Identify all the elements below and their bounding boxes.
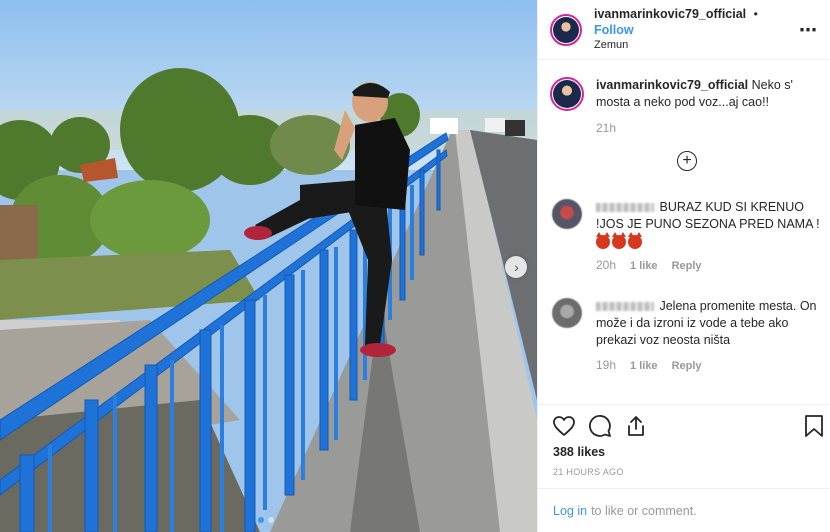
comment-meta: 20h 1 like Reply bbox=[596, 257, 824, 275]
bookmark-icon bbox=[805, 415, 823, 437]
comment-meta: 19h 1 like Reply bbox=[596, 357, 824, 375]
action-icons bbox=[552, 414, 648, 438]
separator-dot: • bbox=[753, 7, 758, 21]
comment-avatar[interactable] bbox=[552, 199, 582, 229]
devil-emoji-icon bbox=[596, 232, 610, 249]
caption-avatar[interactable] bbox=[550, 77, 584, 111]
login-link[interactable]: Log in bbox=[553, 504, 587, 518]
plus-icon: + bbox=[682, 151, 692, 169]
post-header: ivanmarinkovic79_official • Follow Zemun… bbox=[538, 0, 830, 60]
carousel-dot-1 bbox=[258, 517, 264, 523]
caption-username[interactable]: ivanmarinkovic79_official bbox=[596, 78, 748, 92]
follow-button[interactable]: Follow bbox=[594, 23, 634, 37]
more-options-icon[interactable]: ⋯ bbox=[799, 21, 818, 39]
carousel-next-button[interactable]: › bbox=[505, 256, 527, 278]
comment-time[interactable]: 20h bbox=[596, 257, 616, 274]
comment-avatar[interactable] bbox=[552, 298, 582, 328]
comment-time[interactable]: 19h bbox=[596, 357, 616, 374]
devil-emoji-icon bbox=[612, 232, 626, 249]
chevron-right-icon: › bbox=[514, 259, 519, 275]
comment-1: BURAZ KUD SI KRENUO !JOS JE PUNO SEZONA … bbox=[552, 199, 824, 275]
caption-body: ivanmarinkovic79_official Neko s' mosta … bbox=[596, 77, 816, 137]
post-side-panel: ivanmarinkovic79_official • Follow Zemun… bbox=[537, 0, 830, 532]
emoji-row bbox=[596, 232, 824, 249]
header-info: ivanmarinkovic79_official • Follow Zemun bbox=[594, 6, 799, 53]
location-link[interactable]: Zemun bbox=[594, 38, 799, 53]
blurred-username bbox=[596, 302, 654, 312]
carousel-indicator bbox=[258, 517, 274, 523]
avatar[interactable] bbox=[550, 13, 582, 46]
comment-2: Jelena promenite mesta. On može i da izr… bbox=[552, 298, 824, 375]
post-timestamp[interactable]: 21 HOURS AGO bbox=[553, 467, 624, 477]
username-link[interactable]: ivanmarinkovic79_official bbox=[594, 7, 746, 21]
login-prompt-text: to like or comment. bbox=[591, 503, 697, 518]
likes-count[interactable]: 388 likes bbox=[553, 445, 605, 459]
load-more-comments-button[interactable]: + bbox=[677, 151, 697, 171]
comment-likes[interactable]: 1 like bbox=[630, 358, 658, 375]
post-actions: 388 likes 21 HOURS AGO bbox=[538, 404, 830, 488]
caption-time: 21h bbox=[596, 121, 617, 135]
comment-icon[interactable] bbox=[588, 414, 612, 438]
reply-button[interactable]: Reply bbox=[672, 358, 702, 375]
login-prompt: Log in to like or comment. bbox=[538, 488, 830, 532]
share-icon[interactable] bbox=[624, 414, 648, 438]
comment-body: Jelena promenite mesta. On može i da izr… bbox=[596, 298, 824, 375]
heart-icon[interactable] bbox=[552, 414, 576, 438]
comments-section: ivanmarinkovic79_official Neko s' mosta … bbox=[538, 61, 830, 404]
comment-likes[interactable]: 1 like bbox=[630, 258, 658, 275]
caption: ivanmarinkovic79_official Neko s' mosta … bbox=[550, 77, 816, 137]
reply-button[interactable]: Reply bbox=[672, 258, 702, 275]
devil-emoji-icon bbox=[628, 232, 642, 249]
carousel-dot-2 bbox=[268, 517, 274, 523]
blurred-username bbox=[596, 203, 654, 213]
bookmark-button[interactable] bbox=[803, 414, 825, 438]
bridge-photo-illustration bbox=[0, 0, 537, 532]
post-photo[interactable]: › bbox=[0, 0, 537, 532]
comment-body: BURAZ KUD SI KRENUO !JOS JE PUNO SEZONA … bbox=[596, 199, 824, 275]
